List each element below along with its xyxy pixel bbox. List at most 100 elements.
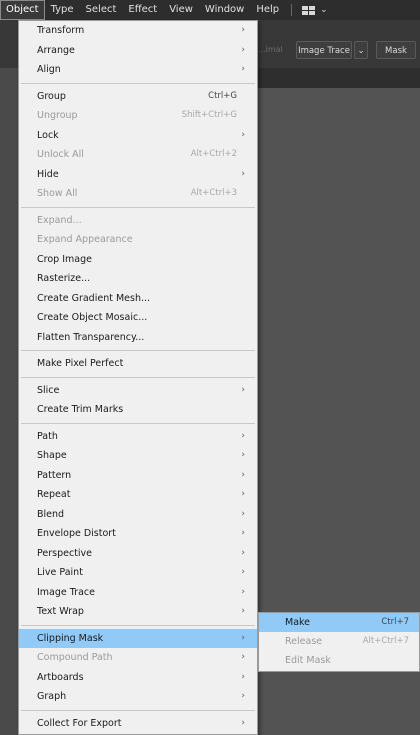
menu-item-expand-appearance: Expand Appearance [19,230,257,250]
chevron-right-icon: › [241,384,245,395]
menu-separator [21,376,255,378]
menu-item-envelope-distort[interactable]: Envelope Distort › [19,524,257,544]
menu-item-slice[interactable]: Slice › [19,381,257,401]
menu-item-align[interactable]: Align › [19,60,257,80]
object-menu: Transform › Arrange › Align › Group Ctrl+G Ungro… [18,20,258,735]
chevron-right-icon: › [241,64,245,74]
menu-item-group[interactable]: Group Ctrl+G [19,87,257,107]
menu-item-label: Unlock All [37,149,84,160]
menu-item-label: Align [37,64,61,75]
menu-separator [21,206,255,208]
menu-item-label: Make Pixel Perfect [37,358,124,369]
menu-item-show-all: Show All Alt+Ctrl+3 [19,184,257,204]
menu-item-graph[interactable]: Graph › [19,687,257,707]
menu-item-live-paint[interactable]: Live Paint › [19,563,257,583]
menu-item-label: Shape [37,450,67,461]
image-trace-dropdown-button[interactable]: ⌄ [354,41,368,59]
grid-icon [302,5,316,15]
menu-item-label: Create Gradient Mesh... [37,292,151,304]
submenu-item-shortcut: Ctrl+7 [381,617,409,627]
menu-item-transform[interactable]: Transform › [19,21,257,41]
menu-item-label: Text Wrap [37,606,84,617]
menu-item-rasterize[interactable]: Rasterize... [19,269,257,289]
menu-item-arrange[interactable]: Arrange › [19,41,257,61]
menu-item-path[interactable]: Path › [19,427,257,447]
menu-item-label: Ungroup [37,110,78,121]
menu-item-flatten-transparency[interactable]: Flatten Transparency... [19,328,257,348]
menu-item-perspective[interactable]: Perspective › [19,544,257,564]
submenu-item-label: Edit Mask [285,655,331,666]
chevron-right-icon: › [241,168,245,179]
menu-divider [291,4,293,16]
menu-item-label: Clipping Mask [37,632,104,644]
chevron-right-icon: › [241,508,245,519]
image-trace-button[interactable]: Image Trace [296,41,352,59]
chevron-right-icon: › [241,25,245,35]
chevron-right-icon: › [241,528,245,538]
menu-item-label: Expand Appearance [37,234,133,245]
menu-item-label: Arrange [37,44,75,56]
chevron-down-icon: ⌄ [320,5,328,15]
submenu-item-make[interactable]: Make Ctrl+7 [259,613,419,632]
menu-item-label: Expand... [37,214,82,226]
submenu-item-label: Release [285,636,323,647]
submenu-item-label: Make [285,617,311,628]
menu-item-repeat[interactable]: Repeat › [19,485,257,505]
menu-item-hide[interactable]: Hide › [19,165,257,185]
chevron-right-icon: › [241,586,245,597]
chevron-right-icon: › [241,717,245,728]
menu-item-compound-path: Compound Path › [19,648,257,668]
menu-item-lock[interactable]: Lock › [19,126,257,146]
menu-item-image-trace[interactable]: Image Trace › [19,583,257,603]
menu-bar: Object Type Select Effect View Window He… [0,0,420,20]
menu-item-label: Compound Path [37,652,113,663]
menu-effect[interactable]: Effect [122,0,163,20]
menu-item-unlock-all: Unlock All Alt+Ctrl+2 [19,145,257,165]
clipping-mask-submenu: Make Ctrl+7 Release Alt+Ctrl+7 Edit Mask [258,612,420,672]
menu-item-label: Slice [37,384,60,396]
menu-item-label: Transform [37,25,85,36]
menu-item-artboards[interactable]: Artboards › [19,668,257,688]
menu-item-label: Flatten Transparency... [37,331,145,343]
menu-view[interactable]: View [163,0,199,20]
menu-item-clipping-mask[interactable]: Clipping Mask › [19,628,257,648]
menu-type[interactable]: Type [45,0,80,20]
menu-item-label: Collect For Export [37,717,122,729]
chevron-right-icon: › [241,606,245,616]
chevron-right-icon: › [241,450,245,460]
menu-window[interactable]: Window [199,0,250,20]
menu-item-create-trim-marks[interactable]: Create Trim Marks [19,400,257,420]
chevron-right-icon: › [241,652,245,662]
chevron-right-icon: › [241,489,245,499]
menu-item-label: Show All [37,188,78,199]
menu-item-label: Group [37,90,66,102]
menu-item-shape[interactable]: Shape › [19,446,257,466]
submenu-item-edit-mask: Edit Mask [259,651,419,670]
menu-item-collect-for-export[interactable]: Collect For Export › [19,714,257,734]
menu-item-label: Repeat [37,489,71,500]
menu-item-label: Create Trim Marks [37,404,124,415]
menu-item-label: Hide [37,168,59,180]
menu-item-shortcut: Shift+Ctrl+G [181,110,237,120]
menu-item-create-gradient-mesh[interactable]: Create Gradient Mesh... [19,289,257,309]
chevron-right-icon: › [241,632,245,643]
menu-object[interactable]: Object [0,0,45,20]
chevron-right-icon: › [241,129,245,140]
menu-item-label: Artboards [37,671,84,683]
menu-item-label: Image Trace [37,586,95,598]
menu-help[interactable]: Help [250,0,285,20]
menu-item-text-wrap[interactable]: Text Wrap › [19,602,257,622]
chevron-right-icon: › [241,430,245,441]
menu-item-blend[interactable]: Blend › [19,505,257,525]
control-faded-label: ...imal [258,45,283,54]
menu-item-make-pixel-perfect[interactable]: Make Pixel Perfect [19,354,257,374]
chevron-right-icon: › [241,44,245,55]
menu-item-crop-image[interactable]: Crop Image [19,250,257,270]
menu-select[interactable]: Select [80,0,123,20]
menu-item-create-object-mosaic[interactable]: Create Object Mosaic... [19,308,257,328]
chevron-down-icon: ⌄ [357,46,365,56]
mask-button[interactable]: Mask [376,41,416,59]
menu-item-pattern[interactable]: Pattern › [19,466,257,486]
workspace-switcher-button[interactable]: ⌄ [298,5,332,15]
menu-item-expand: Expand... [19,211,257,231]
